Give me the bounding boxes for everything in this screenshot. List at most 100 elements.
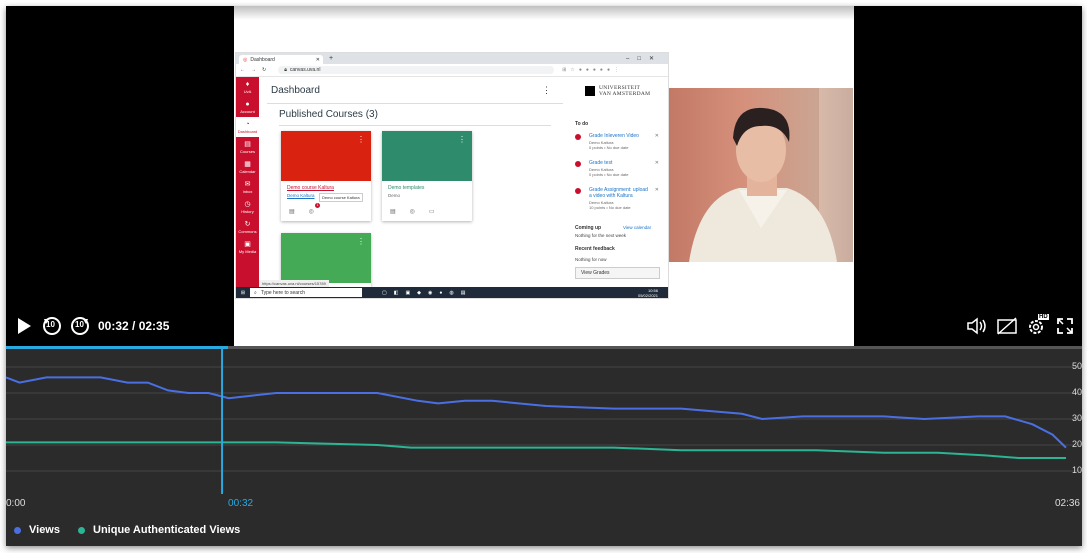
- card-hero: ⋮: [382, 131, 472, 181]
- x-axis: 0:00 00:32 02:36: [6, 494, 1082, 514]
- uva-crest-icon: [585, 86, 595, 96]
- card-subtitle: Demo: [388, 193, 401, 198]
- courses-icon: ▤: [244, 140, 251, 148]
- dashboard-panel: Dashboard ⋮ Published Courses (3) ⋮ Demo…: [259, 77, 571, 293]
- url-text: canvas.uva.nl: [289, 67, 321, 73]
- uva-logo: UNIVERSITEIT VAN AMSTERDAM: [585, 85, 650, 97]
- nav-item-courses: ▤ Courses: [236, 137, 259, 157]
- nav-label: My Media: [238, 248, 257, 254]
- fullscreen-icon: [1057, 318, 1073, 334]
- volume-icon: [967, 317, 986, 335]
- notification-badge: 1: [315, 203, 320, 208]
- volume-button[interactable]: [966, 314, 988, 338]
- uva-logo-icon: ♦: [245, 80, 250, 88]
- nav-label: History: [241, 208, 254, 214]
- x-tick-label: 00:32: [228, 498, 254, 509]
- nav-label: Dashboard: [237, 128, 258, 134]
- right-sidebar: UNIVERSITEIT VAN AMSTERDAM To do Grade I…: [571, 77, 668, 287]
- todo-item: Grade Inleveren Video Demo Kaltura 0 poi…: [575, 133, 659, 157]
- nav-item-calendar: ▦ Calendar: [236, 157, 259, 177]
- taskbar-search-text: Type here to search: [260, 289, 306, 296]
- views-chart-svg: [6, 346, 1082, 494]
- address-bar: ←→↻ 🔒︎ canvas.uva.nl ⊞☆●●●●●⋮: [236, 64, 668, 77]
- fullscreen-button[interactable]: [1056, 314, 1074, 338]
- commons-icon: ↻: [244, 220, 251, 228]
- card-menu-icon: ⋮: [357, 135, 365, 144]
- course-card: ⋮ Demo course Kaltura Demo Kaltura ▤◎ De…: [281, 131, 371, 221]
- todo-item: Grade Assignment: upload a video with Ka…: [575, 187, 659, 217]
- browser-window: ◎ Dashboard ✕ + –□✕ ←→↻ 🔒︎ canvas.uva.nl…: [235, 52, 669, 299]
- settings-button[interactable]: HD: [1026, 314, 1049, 338]
- divider: [267, 103, 563, 104]
- series-line-0: [6, 376, 1067, 449]
- canvas-app: ♦ UvA ● Account ◔ Dashboard ▤ Courses ▦ Calendar ✉…: [236, 77, 668, 293]
- windows-start-icon: ⊞: [240, 289, 246, 296]
- y-tick-label: 20: [1071, 439, 1082, 449]
- rewind-10-button[interactable]: 10: [42, 314, 62, 338]
- rewind-seconds: 10: [46, 320, 55, 329]
- course-card: ⋮ Demo templates Demo ▤◎▭: [382, 131, 472, 221]
- todo-badge-icon: [575, 188, 581, 194]
- todo-title: Grade test: [589, 160, 613, 166]
- nav-item-uva-logo: ♦ UvA: [236, 77, 259, 97]
- video-area[interactable]: ◎ Dashboard ✕ + –□✕ ←→↻ 🔒︎ canvas.uva.nl…: [6, 6, 1082, 346]
- webcam-feed: [669, 88, 853, 262]
- dashboard-icon: ◔: [245, 120, 250, 128]
- divider: [279, 125, 551, 126]
- nav-label: UvA: [243, 88, 252, 94]
- card-title: Demo course Kaltura: [287, 185, 334, 191]
- view-grades-button: View Grades: [575, 267, 660, 279]
- forward-seconds: 10: [75, 320, 84, 329]
- tab-title: Dashboard: [250, 56, 275, 63]
- forward-10-button[interactable]: 10: [70, 314, 90, 338]
- hd-badge: HD: [1038, 314, 1049, 320]
- tray-date: 05/02/2021: [637, 292, 658, 298]
- todo-meta: 0 points • No due date: [589, 145, 629, 150]
- url-field: 🔒︎ canvas.uva.nl: [278, 66, 555, 74]
- calendar-icon: ▦: [244, 160, 251, 168]
- view-calendar-link: View calendar: [623, 225, 652, 230]
- todo-meta: 10 points • No due date: [589, 205, 631, 210]
- todo-badge-icon: [575, 134, 581, 140]
- todo-title: Grade Inleveren Video: [589, 133, 639, 139]
- card-actions-icon: ▤◎▭: [390, 209, 449, 215]
- section-title: Published Courses (3): [279, 109, 378, 120]
- nav-item-inbox: ✉ Inbox: [236, 177, 259, 197]
- feedback-heading: Recent feedback: [575, 246, 615, 252]
- progress-bar[interactable]: [6, 346, 1082, 349]
- status-bar-url: https://canvas.uva.nl/courses/15789: [259, 280, 329, 287]
- legend-swatch: [14, 526, 21, 534]
- coming-up-heading: Coming up: [575, 225, 602, 231]
- views-chart[interactable]: 50 40 30 20 10: [6, 346, 1082, 494]
- x-tick-label: 02:36: [1054, 498, 1080, 509]
- todo-meta: 0 points • No due date: [589, 172, 629, 177]
- system-tray: 10:56 05/02/2021: [638, 288, 658, 298]
- nav-label: Inbox: [242, 188, 253, 194]
- nav-item-account: ● Account: [236, 97, 259, 117]
- card-actions-icon: ▤◎: [289, 209, 328, 215]
- legend-label: Views: [29, 524, 60, 536]
- y-tick-label: 40: [1071, 387, 1082, 397]
- card-hero: ⋮: [281, 233, 371, 283]
- captions-button[interactable]: [996, 314, 1018, 338]
- presenter-image: [689, 88, 853, 262]
- extensions-icon: ⊞☆●●●●●⋮: [562, 67, 623, 73]
- todo-item: Grade test Demo Kaltura 0 points • No du…: [575, 160, 659, 184]
- play-button[interactable]: [16, 314, 32, 338]
- nav-label: Account: [240, 108, 255, 114]
- coming-up-text: Nothing for the next week: [575, 233, 627, 238]
- nav-label: Calendar: [239, 168, 256, 174]
- feedback-text: Nothing for now: [575, 257, 607, 262]
- account-icon: ●: [245, 100, 250, 108]
- nav-arrows-icon: ←→↻: [240, 67, 273, 73]
- x-tick-label: 0:00: [6, 498, 26, 509]
- inbox-icon: ✉: [244, 180, 251, 188]
- nav-label: Courses: [240, 148, 255, 154]
- page-title: Dashboard: [271, 85, 320, 96]
- windows-taskbar: ⊞ ⌕ Type here to search ▢◧▣◆◉●◍▤ 10:56 0…: [236, 287, 668, 298]
- progress-fill: [6, 346, 229, 349]
- lock-icon: 🔒︎: [284, 67, 287, 73]
- time-display: 00:32 / 02:35: [98, 319, 170, 333]
- browser-tabbar: ◎ Dashboard ✕ + –□✕: [236, 53, 668, 64]
- my-media-icon: ▣: [244, 240, 251, 248]
